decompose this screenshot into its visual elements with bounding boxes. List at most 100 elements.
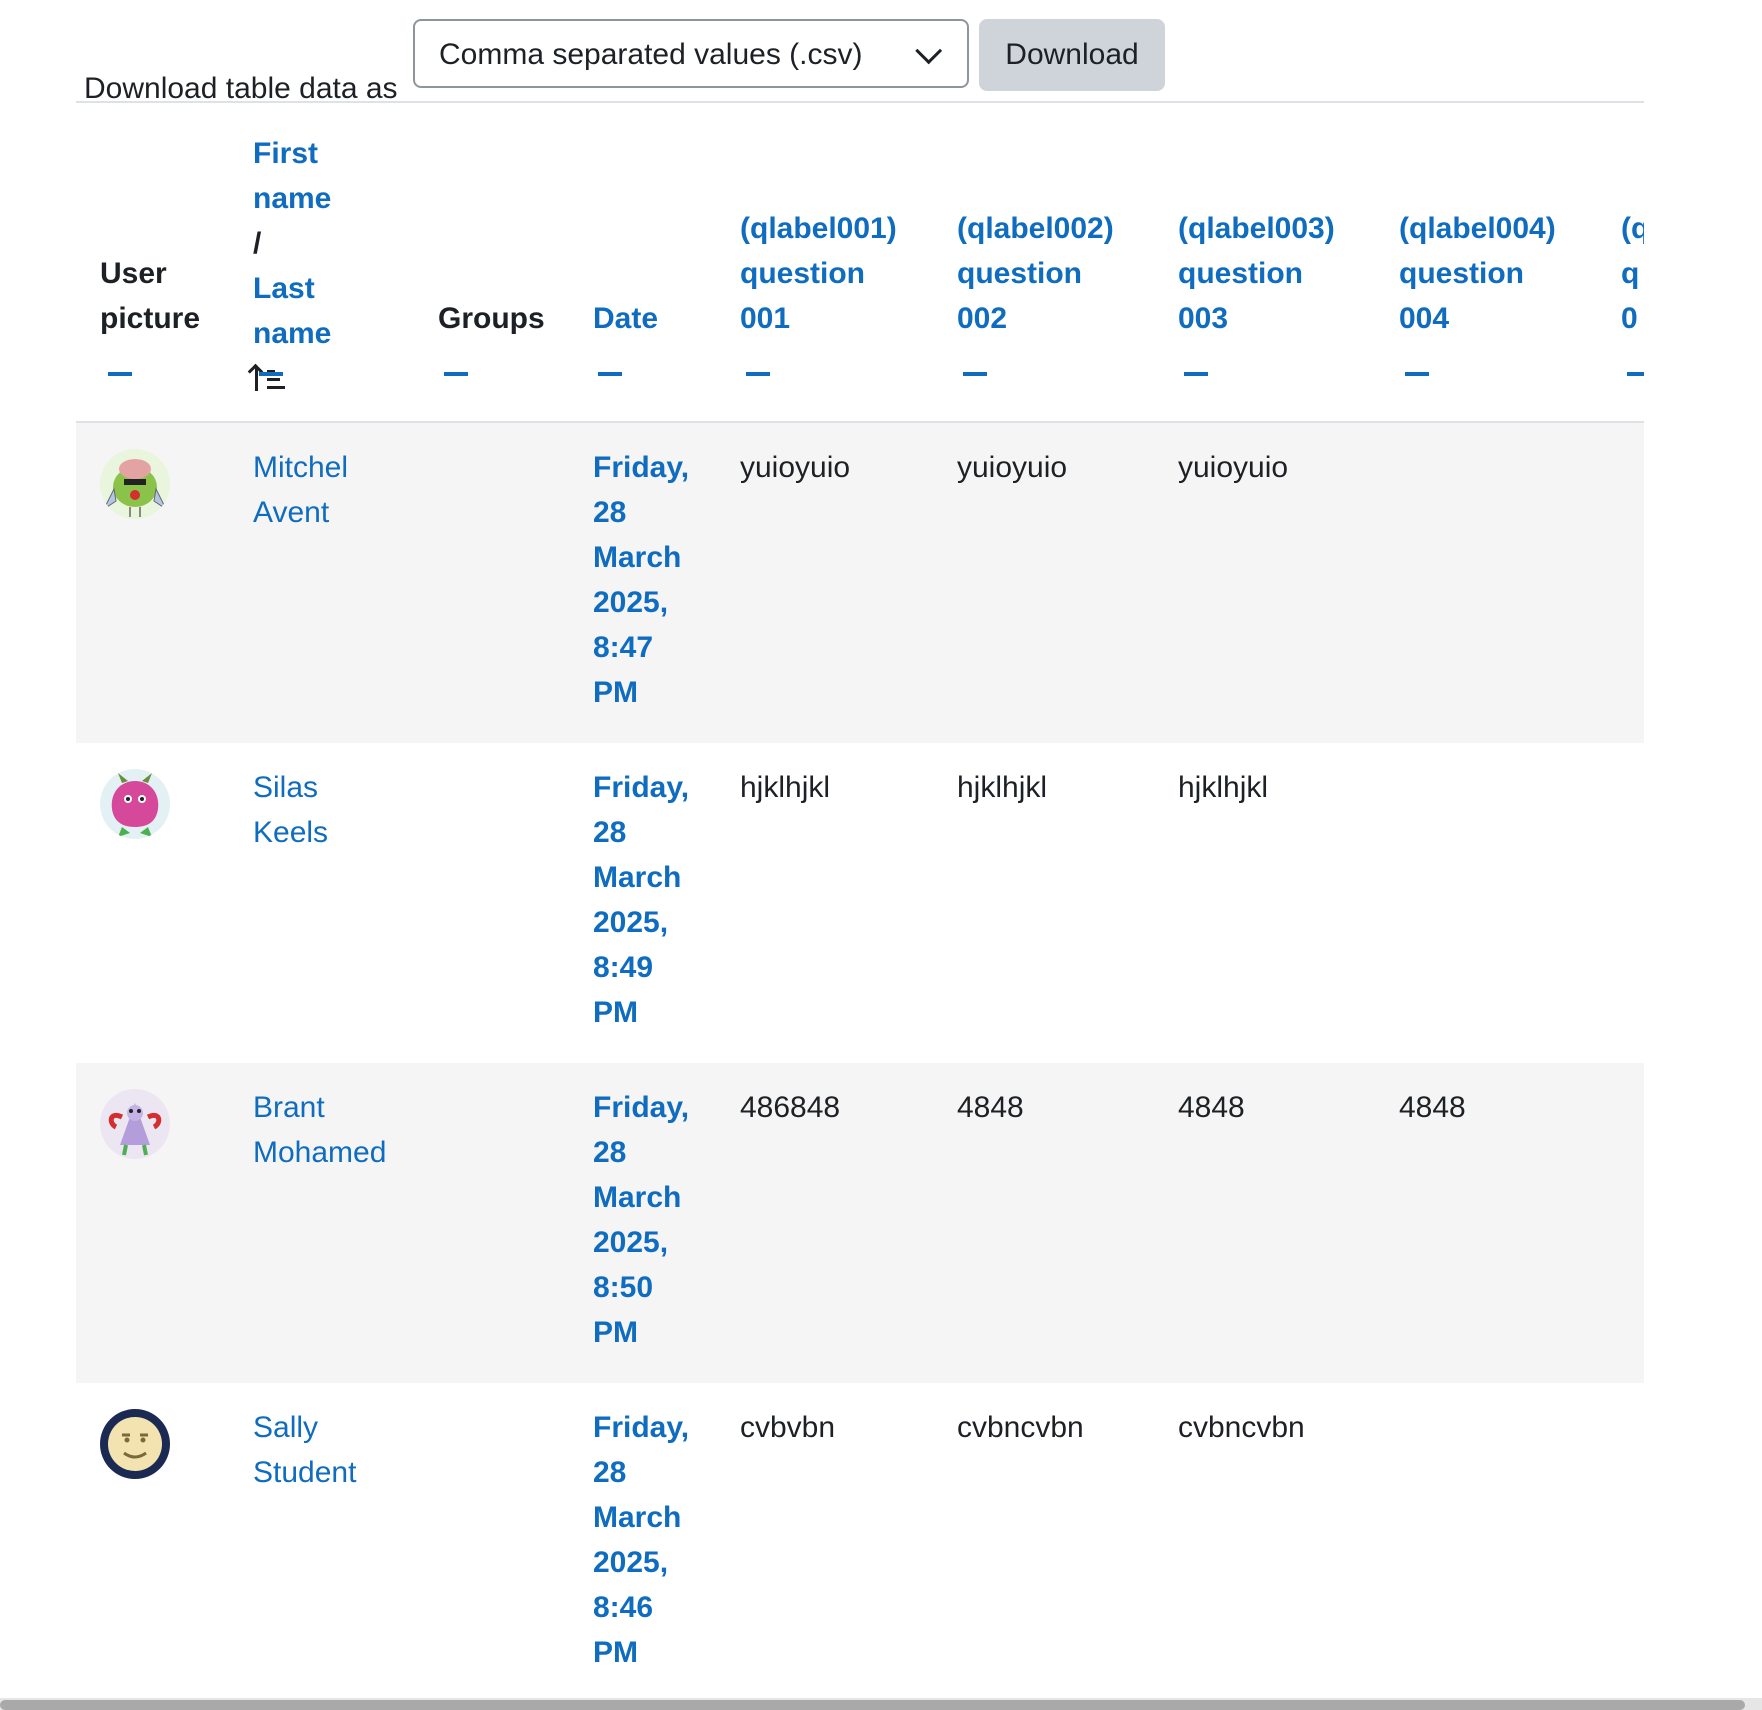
date-time: 8:49 (593, 951, 654, 984)
user-name-cell: Silas Keels (253, 765, 328, 855)
last-name-link[interactable]: Avent (253, 490, 348, 535)
table-row: Silas Keels Friday, 28 March 2025, 8:49 … (76, 743, 1644, 1065)
date-day: 28 (593, 1136, 627, 1169)
date-year: 2025, (593, 906, 669, 939)
response-q3: hjklhjkl (1178, 771, 1269, 804)
last-name-link[interactable]: Keels (253, 810, 328, 855)
date-ampm: PM (593, 1636, 638, 1669)
response-q2: yuioyuio (957, 451, 1068, 484)
purple-monster-avatar[interactable] (100, 1089, 170, 1159)
collapse-groups-icon[interactable] (444, 372, 468, 376)
collapse-user-picture-icon[interactable] (108, 372, 132, 376)
date-weekday: Friday, (593, 1091, 690, 1124)
table-header: User picture First name / Last name Grou… (76, 101, 1644, 424)
sort-first-name-link[interactable]: First name (253, 131, 368, 221)
responses-table: User picture First name / Last name Grou… (76, 101, 1644, 1691)
response-q2: hjklhjkl (957, 771, 1048, 804)
table-row: Brant Mohamed Friday, 28 March 2025, 8:5… (76, 1063, 1644, 1385)
last-name-link[interactable]: Mohamed (253, 1130, 386, 1175)
header-question-2-word: question (957, 257, 1082, 290)
header-question-5-label: (q (1621, 212, 1644, 245)
collapse-name-icon[interactable] (259, 372, 283, 376)
header-question-4-label: (qlabel004) (1399, 212, 1556, 245)
header-question-4-number: 004 (1399, 302, 1450, 335)
user-name-cell: Mitchel Avent (253, 445, 348, 535)
date-time: 8:50 (593, 1271, 654, 1304)
pink-monster-avatar[interactable] (100, 769, 170, 839)
first-name-link[interactable]: Mitchel (253, 445, 348, 490)
response-q2: 4848 (957, 1091, 1024, 1124)
response-q1: yuioyuio (740, 451, 851, 484)
response-q1: 486848 (740, 1091, 841, 1124)
smiley-avatar[interactable] (100, 1409, 170, 1479)
response-q3: cvbncvbn (1178, 1411, 1305, 1444)
header-question-1[interactable]: (qlabel001) question 001 (740, 206, 897, 341)
date-weekday: Friday, (593, 1411, 690, 1444)
collapse-question-4-icon[interactable] (1405, 372, 1429, 376)
response-q1: hjklhjkl (740, 771, 831, 804)
attempt-date-link[interactable]: Friday, 28 March 2025, 8:46 PM (593, 1405, 689, 1675)
header-user-picture-line2: picture (100, 302, 201, 335)
header-question-5-number: 0 (1621, 302, 1638, 335)
header-question-3-word: question (1178, 257, 1303, 290)
response-q1: cvbvbn (740, 1411, 836, 1444)
header-question-5-word: q (1621, 257, 1640, 290)
header-question-1-label: (qlabel001) (740, 212, 897, 245)
header-question-5[interactable]: (q q 0 (1621, 206, 1644, 341)
header-user-picture-line1: User (100, 257, 167, 290)
user-name-cell: Brant Mohamed (253, 1085, 386, 1175)
first-name-link[interactable]: Silas (253, 765, 328, 810)
date-month: March (593, 541, 682, 574)
download-button[interactable]: Download (979, 19, 1165, 91)
chevron-down-icon (915, 37, 943, 65)
horizontal-scrollbar[interactable] (0, 1698, 1762, 1710)
table-row: Sally Student Friday, 28 March 2025, 8:4… (76, 1383, 1644, 1691)
header-question-3[interactable]: (qlabel003) question 003 (1178, 206, 1335, 341)
header-question-2[interactable]: (qlabel002) question 002 (957, 206, 1114, 341)
date-time: 8:46 (593, 1591, 654, 1624)
date-year: 2025, (593, 1226, 669, 1259)
header-user-picture: User picture (100, 251, 200, 341)
first-name-link[interactable]: Brant (253, 1085, 386, 1130)
collapse-question-1-icon[interactable] (746, 372, 770, 376)
header-question-3-number: 003 (1178, 302, 1229, 335)
date-year: 2025, (593, 586, 669, 619)
header-question-4-word: question (1399, 257, 1524, 290)
date-month: March (593, 1501, 682, 1534)
date-ampm: PM (593, 1316, 638, 1349)
response-q3: yuioyuio (1178, 451, 1289, 484)
sort-last-name-link[interactable]: Last name (253, 266, 368, 356)
date-day: 28 (593, 816, 627, 849)
first-name-link[interactable]: Sally (253, 1405, 356, 1450)
horizontal-scrollbar-thumb[interactable] (0, 1700, 1745, 1710)
date-weekday: Friday, (593, 451, 690, 484)
download-format-select[interactable]: Comma separated values (.csv) (413, 19, 969, 88)
date-month: March (593, 861, 682, 894)
download-bar: Download table data as Comma separated v… (76, 19, 1644, 105)
header-name: First name / Last name (253, 131, 368, 401)
attempt-date-link[interactable]: Friday, 28 March 2025, 8:50 PM (593, 1085, 689, 1355)
collapse-date-icon[interactable] (598, 372, 622, 376)
collapse-question-2-icon[interactable] (963, 372, 987, 376)
header-question-4[interactable]: (qlabel004) question 004 (1399, 206, 1556, 341)
date-year: 2025, (593, 1546, 669, 1579)
date-day: 28 (593, 496, 627, 529)
last-name-link[interactable]: Student (253, 1450, 356, 1495)
collapse-question-5-icon[interactable] (1627, 372, 1644, 376)
header-question-3-label: (qlabel003) (1178, 212, 1335, 245)
header-question-1-number: 001 (740, 302, 791, 335)
header-question-2-label: (qlabel002) (957, 212, 1114, 245)
attempt-date-link[interactable]: Friday, 28 March 2025, 8:49 PM (593, 765, 689, 1035)
sort-ascending-icon (253, 365, 287, 395)
user-name-cell: Sally Student (253, 1405, 356, 1495)
collapse-question-3-icon[interactable] (1184, 372, 1208, 376)
header-question-1-word: question (740, 257, 865, 290)
date-weekday: Friday, (593, 771, 690, 804)
green-monster-avatar[interactable] (100, 449, 170, 519)
date-time: 8:47 (593, 631, 654, 664)
date-day: 28 (593, 1456, 627, 1489)
attempt-date-link[interactable]: Friday, 28 March 2025, 8:47 PM (593, 445, 689, 715)
date-month: March (593, 1181, 682, 1214)
header-groups: Groups (438, 302, 545, 335)
sort-date-link[interactable]: Date (593, 296, 658, 341)
